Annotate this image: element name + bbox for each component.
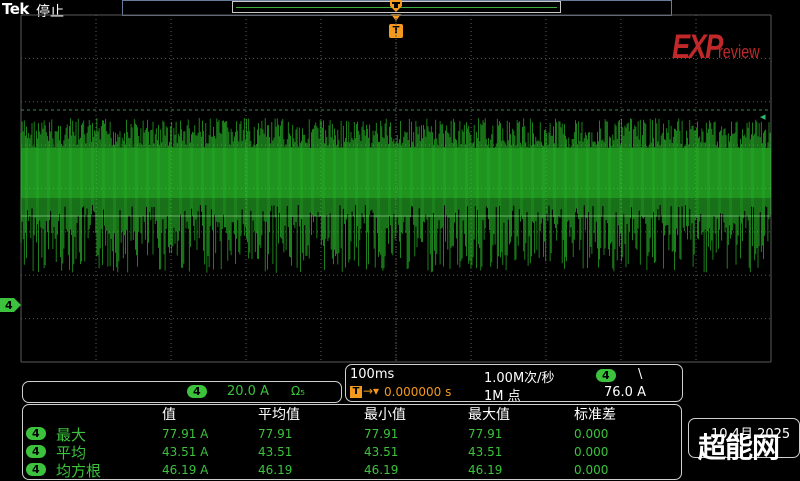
row-mean-min: 43.51 <box>364 445 399 459</box>
header-min: 最小值 <box>364 407 406 423</box>
channel-4-scale-panel[interactable]: 4 20.0 A Ω₅ <box>22 381 342 403</box>
watermark-logo: EXP review <box>672 28 760 67</box>
horizontal-scale: 100ms <box>350 367 395 382</box>
row-max-stddev: 0.000 <box>574 427 609 441</box>
channel-4-coupling-symbols: Ω₅ <box>291 384 305 398</box>
trigger-arrow-icon: →▾ <box>363 384 380 398</box>
trigger-level-marker-icon[interactable]: ◂ <box>760 110 766 123</box>
row-max-channel-badge: 4 <box>26 427 46 440</box>
trigger-position: 0.000000 s <box>384 385 452 399</box>
row-rms-max: 46.19 <box>468 463 503 477</box>
header-stddev: 标准差 <box>574 407 616 423</box>
row-max-max: 77.91 <box>468 427 503 441</box>
channel-4-offset-marker-icon[interactable]: 4 <box>0 297 22 313</box>
row-max-mean: 77.91 <box>258 427 293 441</box>
row-max-min: 77.91 <box>364 427 399 441</box>
row-mean-stddev: 0.000 <box>574 445 609 459</box>
row-mean-channel-badge: 4 <box>26 445 46 458</box>
row-mean-mean: 43.51 <box>258 445 293 459</box>
row-mean-value: 43.51 A <box>162 445 209 459</box>
header-value: 值 <box>162 407 176 423</box>
record-length: 1M 点 <box>484 389 521 404</box>
waveform-dense-band <box>21 148 771 198</box>
row-mean-max: 43.51 <box>468 445 503 459</box>
trigger-delay-badge: T <box>350 386 362 398</box>
logo-main: EXP <box>672 28 723 66</box>
row-rms-mean: 46.19 <box>258 463 293 477</box>
logo-sub: review <box>718 42 760 62</box>
header-mean: 平均值 <box>258 407 300 423</box>
row-rms-label: 均方根 <box>56 462 102 480</box>
trigger-slope-icon: \ <box>638 367 643 382</box>
channel-4-scale: 20.0 A <box>227 384 269 399</box>
row-rms-min: 46.19 <box>364 463 399 477</box>
row-rms-channel-badge: 4 <box>26 463 46 476</box>
row-max-value: 77.91 A <box>162 427 209 441</box>
trigger-level: 76.0 A <box>604 385 646 400</box>
header-max: 最大值 <box>468 407 510 423</box>
sample-rate: 1.00M次/秒 <box>484 371 555 386</box>
row-rms-value: 46.19 A <box>162 463 209 477</box>
site-watermark: 超能网 <box>698 431 780 464</box>
row-rms-stddev: 0.000 <box>574 463 609 477</box>
channel-4-badge: 4 <box>187 385 207 398</box>
timebase-trigger-panel[interactable]: 100ms 1.00M次/秒 4 \ T →▾ 0.000000 s 1M 点 … <box>345 364 683 404</box>
channel-4-marker-label: 4 <box>5 299 13 312</box>
trigger-source-badge: 4 <box>596 369 616 382</box>
